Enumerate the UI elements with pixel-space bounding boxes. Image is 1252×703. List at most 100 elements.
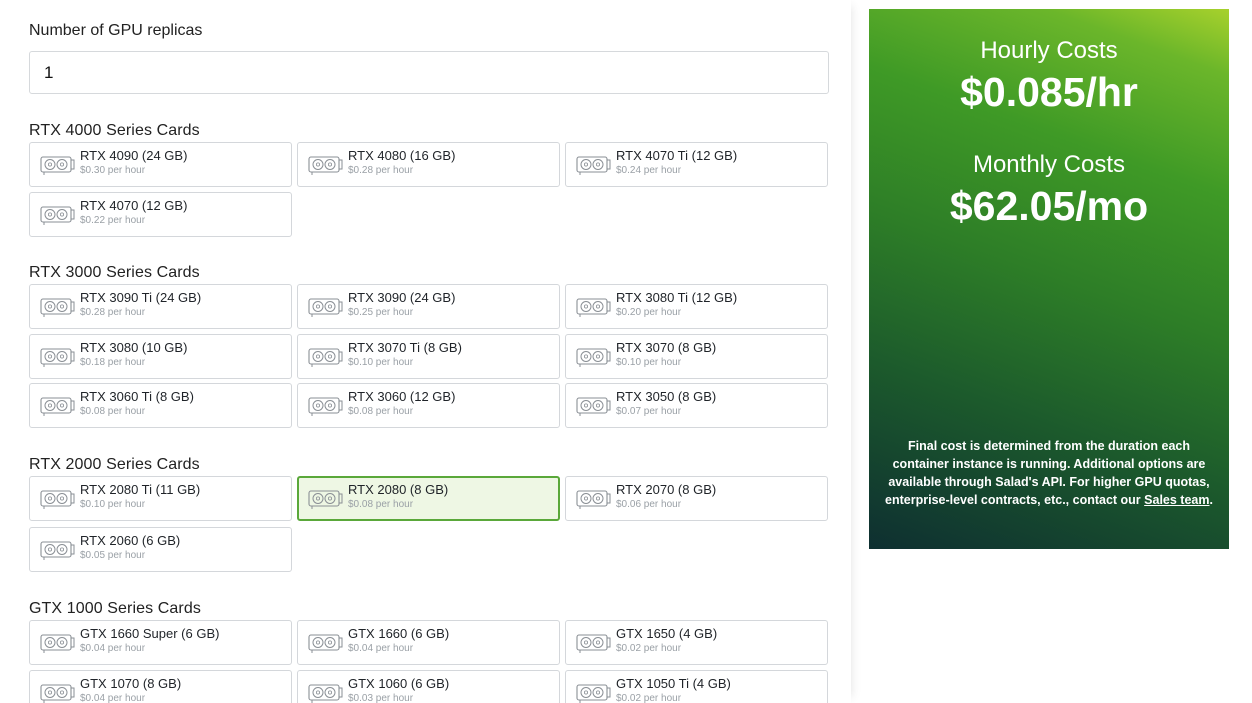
gpu-card[interactable]: GTX 1660 Super (6 GB) $0.04 per hour [29, 620, 292, 665]
gpu-price: $0.18 per hour [80, 356, 146, 368]
cost-disclaimer-end: . [1209, 493, 1213, 507]
gpu-card[interactable]: RTX 3070 (8 GB) $0.10 per hour [565, 333, 828, 379]
gpu-card-icon [40, 154, 76, 176]
gpu-name: RTX 4090 (24 GB) [80, 148, 188, 163]
gpu-name: RTX 3090 (24 GB) [348, 290, 456, 305]
gpu-name: RTX 2080 (8 GB) [348, 482, 449, 497]
gpu-name: GTX 1070 (8 GB) [80, 676, 182, 691]
gpu-card[interactable]: RTX 3080 (10 GB) $0.18 per hour [29, 333, 292, 379]
gpu-name: RTX 4080 (16 GB) [348, 148, 456, 163]
gpu-price: $0.30 per hour [80, 165, 146, 176]
gpu-name: RTX 2080 Ti (11 GB) [80, 482, 201, 497]
gpu-price: $0.04 per hour [348, 643, 414, 654]
gpu-card-icon [308, 296, 344, 318]
gpu-card-icon [308, 682, 344, 703]
gpu-name: RTX 3060 Ti (8 GB) [80, 389, 194, 404]
gpu-name: RTX 3060 (12 GB) [348, 389, 456, 404]
gpu-name: GTX 1650 (4 GB) [616, 626, 718, 641]
gpu-name: GTX 1050 Ti (4 GB) [616, 676, 731, 691]
gpu-name: RTX 3070 Ti (8 GB) [348, 339, 462, 355]
gpu-card[interactable]: GTX 1060 (6 GB) $0.03 per hour [297, 670, 560, 703]
gpu-card-icon [40, 296, 76, 318]
gpu-name: GTX 1060 (6 GB) [348, 676, 450, 691]
gpu-card-icon [40, 395, 76, 417]
gpu-name: RTX 3050 (8 GB) [616, 389, 717, 404]
gpu-card[interactable]: RTX 4070 Ti (12 GB) $0.24 per hour [565, 142, 828, 187]
gpu-card[interactable]: RTX 4090 (24 GB) $0.30 per hour [29, 142, 292, 187]
gpu-card[interactable]: RTX 3050 (8 GB) $0.07 per hour [565, 383, 828, 428]
gpu-price: $0.03 per hour [348, 693, 414, 703]
gpu-price: $0.08 per hour [348, 406, 414, 417]
gpu-name: RTX 2060 (6 GB) [80, 533, 181, 548]
gpu-name: GTX 1660 (6 GB) [348, 626, 450, 641]
gpu-card-icon [308, 395, 344, 417]
gpu-name: RTX 3080 (10 GB) [80, 339, 188, 355]
gpu-card[interactable]: RTX 3080 Ti (12 GB) $0.20 per hour [565, 284, 828, 329]
gpu-price: $0.25 per hour [348, 307, 414, 318]
cost-disclaimer: Final cost is determined from the durati… [883, 437, 1215, 509]
gpu-card-icon [308, 632, 344, 654]
gpu-card[interactable]: RTX 3090 (24 GB) $0.25 per hour [297, 284, 560, 329]
gpu-card-icon [40, 539, 76, 561]
section-title: GTX 1000 Series Cards [29, 600, 201, 617]
gpu-card-icon [40, 204, 76, 226]
gpu-name: RTX 3070 (8 GB) [616, 339, 717, 355]
gpu-price: $0.20 per hour [616, 307, 682, 318]
gpu-card[interactable]: RTX 4070 (12 GB) $0.22 per hour [29, 192, 292, 237]
gpu-card-selected[interactable]: RTX 2080 (8 GB) $0.08 per hour [297, 476, 560, 521]
gpu-card[interactable]: GTX 1660 (6 GB) $0.04 per hour [297, 620, 560, 665]
gpu-card[interactable]: GTX 1650 (4 GB) $0.02 per hour [565, 620, 828, 665]
gpu-card[interactable]: RTX 2060 (6 GB) $0.05 per hour [29, 527, 292, 572]
gpu-card[interactable]: RTX 2080 Ti (11 GB) $0.10 per hour [29, 476, 292, 521]
gpu-price: $0.07 per hour [616, 406, 682, 417]
gpu-name: RTX 3080 Ti (12 GB) [616, 290, 738, 305]
gpu-price: $0.05 per hour [80, 550, 146, 561]
gpu-price: $0.22 per hour [80, 215, 146, 226]
gpu-card[interactable]: RTX 3060 (12 GB) $0.08 per hour [297, 383, 560, 428]
gpu-selection-panel: Number of GPU replicas RTX 4000 Series C… [14, 0, 851, 703]
gpu-card-icon [576, 296, 612, 318]
section-title: RTX 4000 Series Cards [29, 122, 200, 139]
gpu-card-icon [576, 346, 612, 368]
gpu-price: $0.08 per hour [80, 406, 146, 417]
gpu-card-icon [308, 154, 344, 176]
gpu-card-icon [40, 346, 76, 368]
gpu-name: RTX 4070 Ti (12 GB) [616, 148, 738, 163]
gpu-price: $0.10 per hour [348, 356, 414, 368]
hourly-costs-label: Hourly Costs [980, 37, 1118, 64]
gpu-card-icon [40, 632, 76, 654]
gpu-card[interactable]: RTX 4080 (16 GB) $0.28 per hour [297, 142, 560, 187]
gpu-card-icon [40, 682, 76, 703]
gpu-card[interactable]: RTX 3060 Ti (8 GB) $0.08 per hour [29, 383, 292, 428]
gpu-card[interactable]: RTX 3090 Ti (24 GB) $0.28 per hour [29, 284, 292, 329]
gpu-price: $0.02 per hour [616, 693, 682, 703]
gpu-name: RTX 4070 (12 GB) [80, 198, 188, 213]
gpu-price: $0.28 per hour [348, 165, 414, 176]
gpu-card[interactable]: RTX 2070 (8 GB) $0.06 per hour [565, 476, 828, 521]
sales-team-link[interactable]: Sales team [1144, 493, 1209, 507]
section-title: RTX 3000 Series Cards [29, 264, 200, 281]
gpu-card-icon [40, 488, 76, 510]
gpu-card-icon [576, 632, 612, 654]
gpu-card[interactable]: RTX 3070 Ti (8 GB) $0.10 per hour [297, 333, 560, 379]
replicas-input[interactable] [29, 51, 829, 94]
gpu-card[interactable]: GTX 1050 Ti (4 GB) $0.02 per hour [565, 670, 828, 703]
gpu-price: $0.10 per hour [80, 499, 146, 510]
gpu-card-icon [308, 488, 344, 510]
gpu-card-icon [576, 395, 612, 417]
gpu-name: RTX 3090 Ti (24 GB) [80, 290, 202, 305]
replicas-label: Number of GPU replicas [29, 22, 203, 39]
monthly-costs-label: Monthly Costs [972, 151, 1126, 178]
section-title: RTX 2000 Series Cards [29, 456, 200, 473]
gpu-price: $0.04 per hour [80, 643, 146, 654]
hourly-costs-value: $0.085/hr [960, 69, 1138, 115]
gpu-price: $0.24 per hour [616, 165, 682, 176]
gpu-card-icon [576, 154, 612, 176]
gpu-name: RTX 2070 (8 GB) [616, 482, 717, 497]
gpu-card-icon [308, 346, 344, 368]
gpu-card[interactable]: GTX 1070 (8 GB) $0.04 per hour [29, 670, 292, 703]
cost-summary-panel: Hourly Costs $0.085/hr Monthly Costs $62… [869, 9, 1229, 549]
monthly-costs-value: $62.05/mo [949, 183, 1149, 229]
gpu-price: $0.04 per hour [80, 693, 146, 703]
gpu-price: $0.28 per hour [80, 307, 146, 318]
